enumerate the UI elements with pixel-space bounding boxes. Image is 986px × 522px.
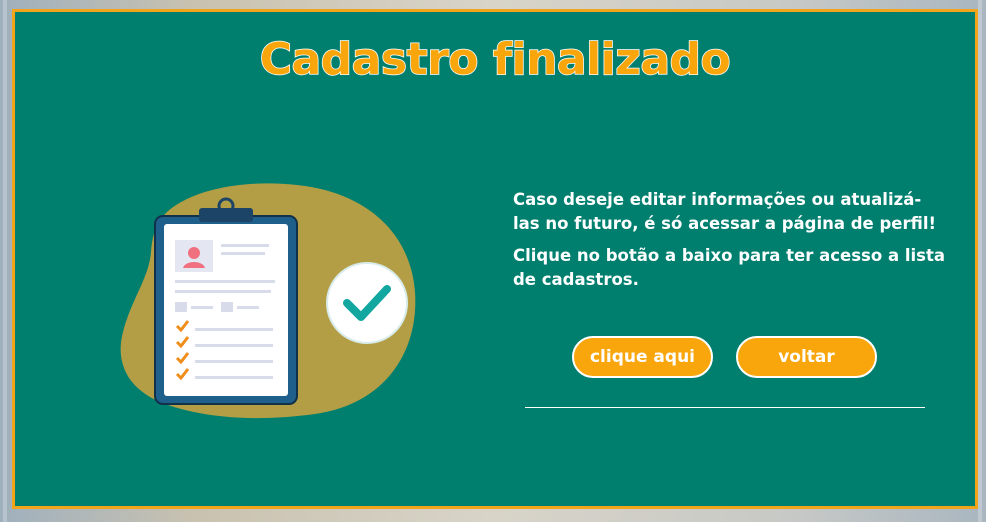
divider <box>525 407 925 408</box>
list-access-note: Clique no botão a baixo para ter acesso … <box>513 246 945 289</box>
background-detail <box>978 0 982 522</box>
page-title: Cadastro finalizado <box>259 33 732 86</box>
info-message: Caso deseje editar informações ou atuali… <box>513 188 945 300</box>
back-button[interactable]: voltar <box>736 336 877 378</box>
check-circle-icon <box>326 262 408 344</box>
clipboard-clip <box>199 208 253 222</box>
view-list-button[interactable]: clique aqui <box>572 336 713 378</box>
background-detail <box>3 0 7 522</box>
clipboard-checklist-icon <box>115 182 425 422</box>
registration-complete-modal: Cadastro finalizado Caso deseje editar i… <box>12 9 978 509</box>
profile-edit-note: Caso deseje editar informações ou atuali… <box>513 190 937 233</box>
